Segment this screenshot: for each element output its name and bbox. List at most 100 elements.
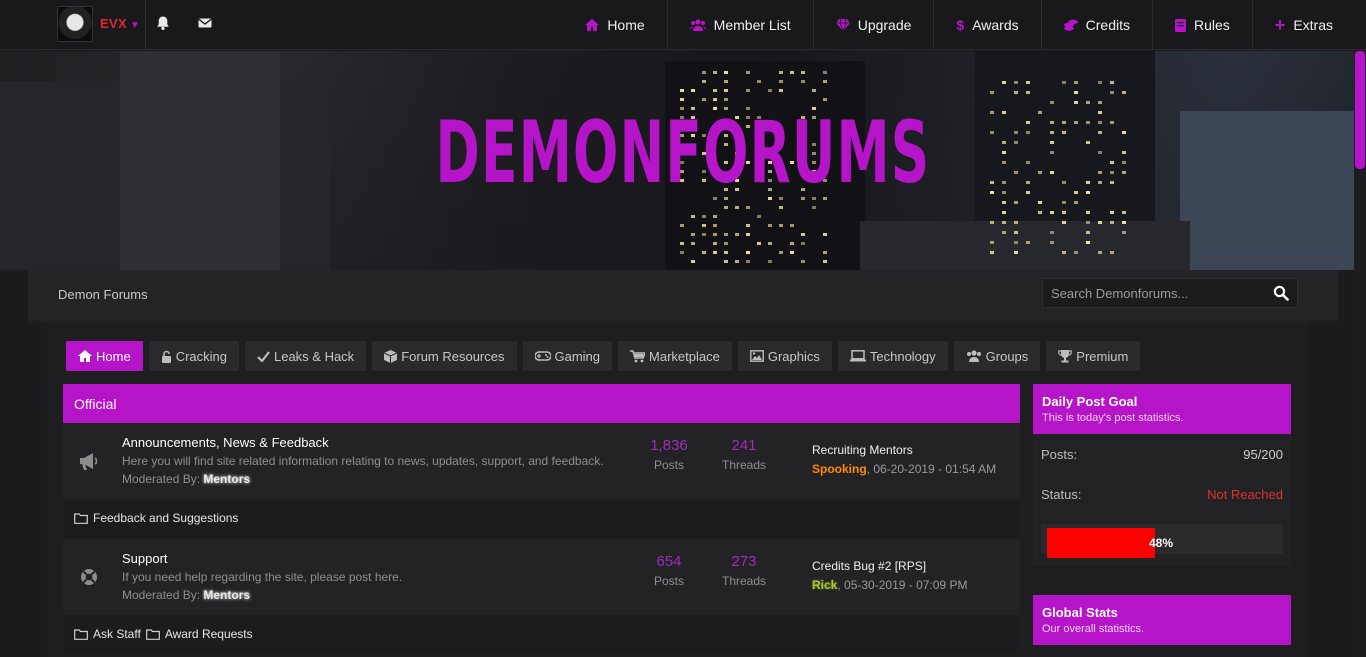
window-light — [702, 224, 706, 227]
plus-icon: + — [1274, 14, 1286, 35]
window-light — [1110, 251, 1114, 254]
window-light — [724, 251, 728, 254]
header-banner: DEMONFORUMS — [0, 51, 1366, 270]
window-light — [713, 215, 717, 218]
panel-title: Daily Post Goal — [1042, 394, 1138, 409]
window-light — [1122, 151, 1126, 154]
moderator-link[interactable]: Mentors — [203, 588, 250, 602]
window-light — [757, 242, 761, 245]
window-light — [779, 206, 783, 209]
envelope-icon[interactable] — [197, 15, 213, 31]
window-light — [1014, 91, 1018, 94]
panel-subtitle: Our overall statistics. — [1042, 623, 1145, 635]
window-light — [1110, 221, 1114, 224]
site-logo[interactable]: DEMONFORUMS — [260, 103, 1107, 203]
window-light — [790, 251, 794, 254]
window-light — [801, 80, 805, 83]
moderator-link[interactable]: Mentors — [203, 472, 250, 486]
window-light — [801, 242, 805, 245]
window-light — [790, 242, 794, 245]
section-header-official[interactable]: Official — [63, 384, 1020, 423]
scrollbar-thumb[interactable] — [1355, 51, 1365, 169]
tab-home[interactable]: Home — [66, 341, 143, 371]
subforum-link[interactable]: Award Requests — [145, 627, 253, 641]
building-shape — [860, 221, 1190, 270]
window-light — [990, 221, 994, 224]
window-light — [724, 242, 728, 245]
tab-cracking[interactable]: Cracking — [148, 341, 239, 371]
avatar[interactable] — [57, 6, 93, 42]
last-post-title[interactable]: Credits Bug #2 [RPS] — [812, 559, 967, 573]
cube-icon — [384, 349, 398, 363]
breadcrumb[interactable]: Demon Forums — [58, 287, 148, 302]
window-light — [1002, 221, 1006, 224]
window-light — [691, 260, 695, 263]
forum-moderators: Moderated By: Mentors — [122, 472, 251, 486]
window-light — [1110, 181, 1114, 184]
last-post-user[interactable]: Rick — [812, 578, 837, 592]
panel-subtitle: This is today's post statistics. — [1042, 412, 1184, 424]
window-light — [1062, 221, 1066, 224]
image-icon — [749, 350, 764, 362]
tab-leaks-hack[interactable]: Leaks & Hack — [244, 341, 367, 371]
window-light — [746, 206, 750, 209]
main-nav: Home Member List Upgrade $ Awards Credits… — [562, 0, 1366, 50]
window-light — [1074, 251, 1078, 254]
subforum-link[interactable]: Ask Staff — [74, 627, 141, 641]
tab-groups[interactable]: Groups — [953, 341, 1041, 371]
window-light — [713, 89, 717, 92]
nav-extras[interactable]: + Extras — [1251, 0, 1366, 50]
window-light — [1014, 251, 1018, 254]
window-light — [1122, 171, 1126, 174]
nav-rules[interactable]: Rules — [1152, 0, 1252, 50]
subforum-link[interactable]: Feedback and Suggestions — [74, 511, 238, 525]
tab-graphics[interactable]: Graphics — [737, 341, 832, 371]
folder-icon — [74, 628, 88, 640]
forum-description: Here you will find site related informat… — [122, 454, 604, 468]
window-light — [1122, 221, 1126, 224]
posts-stat: 654 Posts — [653, 553, 684, 588]
window-light — [1050, 231, 1054, 234]
window-light — [691, 215, 695, 218]
window-light — [724, 98, 728, 101]
forum-title[interactable]: Announcements, News & Feedback — [122, 435, 329, 450]
tab-technology[interactable]: Technology — [837, 341, 948, 371]
panel-header: Daily Post Goal This is today's post sta… — [1033, 384, 1291, 434]
progress-fill — [1047, 528, 1155, 558]
divider — [145, 0, 146, 50]
window-light — [713, 233, 717, 236]
forum-title[interactable]: Support — [122, 551, 168, 566]
users-icon — [689, 19, 706, 31]
search-icon[interactable] — [1273, 285, 1289, 301]
forum-row: Support If you need help regarding the s… — [63, 539, 1020, 615]
last-post-title[interactable]: Recruiting Mentors — [812, 443, 996, 457]
window-light — [790, 71, 794, 74]
megaphone-icon — [80, 453, 98, 470]
book-icon — [1175, 18, 1186, 32]
window-light — [702, 80, 706, 83]
subforum-list: Ask Staff Award Requests — [63, 615, 1020, 653]
bell-icon[interactable] — [155, 15, 171, 31]
threads-stat: 273 Threads — [721, 553, 767, 588]
last-post-user[interactable]: Spooking — [812, 462, 867, 476]
daily-post-goal-panel: Daily Post Goal This is today's post sta… — [1033, 384, 1291, 566]
window-light — [1098, 221, 1102, 224]
search-input[interactable] — [1043, 279, 1263, 307]
nav-awards[interactable]: $ Awards — [933, 0, 1040, 50]
nav-home[interactable]: Home — [562, 0, 666, 50]
window-light — [990, 91, 994, 94]
nav-credits[interactable]: Credits — [1040, 0, 1152, 50]
window-light — [1122, 211, 1126, 214]
tab-premium[interactable]: Premium — [1046, 341, 1141, 371]
tab-marketplace[interactable]: Marketplace — [618, 341, 732, 371]
window-light — [1122, 161, 1126, 164]
nav-member-list[interactable]: Member List — [666, 0, 813, 50]
window-light — [757, 80, 761, 83]
window-light — [680, 224, 684, 227]
folder-icon — [74, 512, 88, 524]
window-light — [1002, 211, 1006, 214]
user-menu[interactable]: EVX ▼ — [100, 16, 140, 31]
nav-upgrade[interactable]: Upgrade — [812, 0, 934, 50]
tab-gaming[interactable]: Gaming — [522, 341, 613, 371]
tab-forum-resources[interactable]: Forum Resources — [372, 341, 517, 371]
